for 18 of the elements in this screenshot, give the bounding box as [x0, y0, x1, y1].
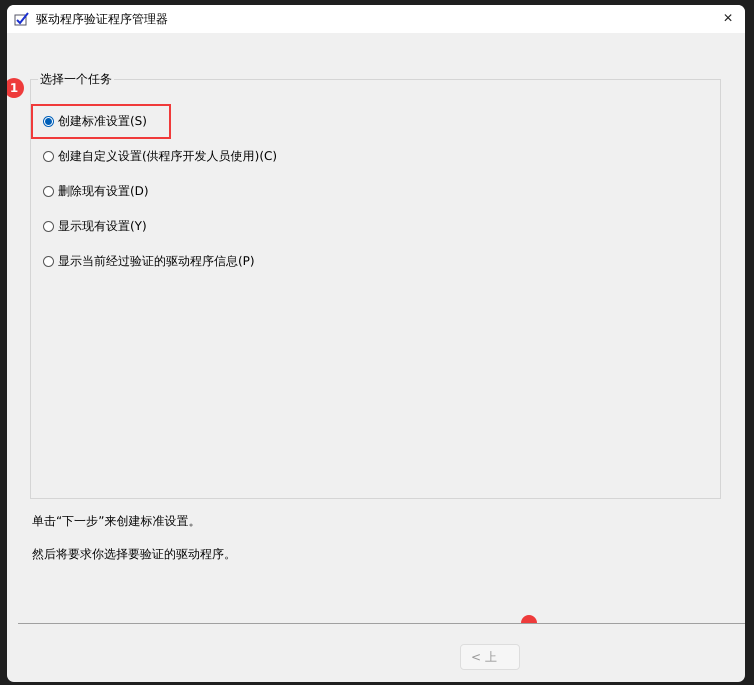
window-title: 驱动程序验证程序管理器: [36, 10, 169, 28]
group-legend: 选择一个任务: [38, 71, 114, 88]
step-badge: 1: [7, 78, 24, 98]
close-button[interactable]: ×: [711, 5, 745, 33]
description-text: 然后将要求你选择要验证的驱动程序。: [32, 546, 237, 563]
description-text: 单击“下一步”来创建标准设置。: [32, 513, 202, 530]
task-option[interactable]: 删除现有设置(D): [31, 174, 173, 209]
step-badge: [521, 615, 537, 623]
radio-button[interactable]: [43, 256, 54, 267]
radio-button[interactable]: [43, 151, 54, 162]
task-option[interactable]: 创建标准设置(S): [31, 104, 171, 139]
radio-button[interactable]: [43, 116, 54, 127]
task-option[interactable]: 创建自定义设置(供程序开发人员使用)(C): [31, 139, 302, 174]
checklist-icon: [14, 12, 30, 26]
task-option[interactable]: 显示当前经过验证的驱动程序信息(P): [31, 244, 279, 279]
task-option[interactable]: 显示现有设置(Y): [31, 209, 171, 244]
radio-button[interactable]: [43, 221, 54, 232]
radio-button[interactable]: [43, 186, 54, 197]
